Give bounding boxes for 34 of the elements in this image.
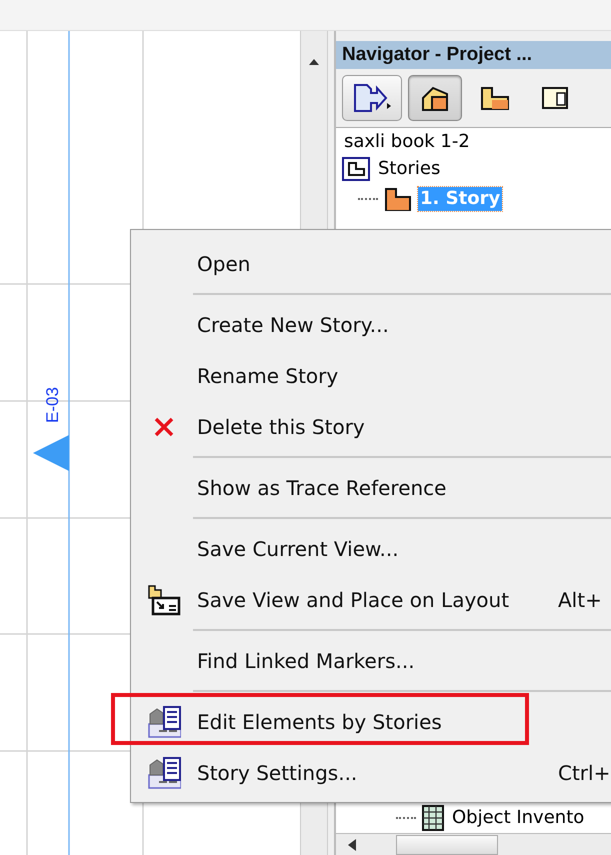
story-icon <box>384 187 412 211</box>
shortcut-text: Alt+ <box>558 588 602 612</box>
delete-icon <box>153 416 175 438</box>
menu-item[interactable]: Delete this Story <box>197 414 365 438</box>
shortcut-text: Ctrl+ <box>558 760 610 784</box>
publisher-button[interactable] <box>342 75 402 121</box>
menu-item[interactable]: Story Settings... <box>197 760 358 784</box>
menu-item[interactable]: Create New Story... <box>197 312 389 336</box>
floor-plan-icon <box>480 85 510 111</box>
house-icon <box>420 84 450 112</box>
project-map-button[interactable] <box>408 75 462 121</box>
menu-item[interactable]: Save View and Place on Layout <box>197 588 510 612</box>
tree-item[interactable]: Object Invento <box>450 806 586 830</box>
scroll-up-icon[interactable] <box>309 59 319 65</box>
menu-item[interactable]: Edit Elements by Stories <box>197 710 442 734</box>
scroll-left-icon[interactable] <box>348 839 356 851</box>
panel-title: Navigator - Project ... <box>336 41 611 69</box>
tree-item[interactable]: saxli book 1-2 <box>342 130 611 154</box>
menu-item[interactable]: Show as Trace Reference <box>197 476 446 500</box>
stories-icon <box>342 157 370 181</box>
menu-item[interactable]: Open <box>197 252 250 276</box>
menu-item[interactable]: Save Current View... <box>197 536 399 560</box>
place-on-layout-icon <box>147 584 181 616</box>
story-settings-icon <box>147 706 181 738</box>
menu-item[interactable]: Find Linked Markers... <box>197 648 415 672</box>
menu-item[interactable]: Rename Story <box>197 364 338 388</box>
publish-arrow-icon <box>352 82 392 114</box>
story-settings-icon <box>147 756 181 788</box>
layout-sheet-icon <box>541 86 569 110</box>
scrollbar-thumb[interactable] <box>396 835 498 855</box>
list-icon <box>422 805 444 831</box>
section-marker-icon <box>33 435 69 471</box>
tree-item[interactable]: Stories <box>376 157 442 181</box>
marker-label: E-03 <box>43 387 62 423</box>
